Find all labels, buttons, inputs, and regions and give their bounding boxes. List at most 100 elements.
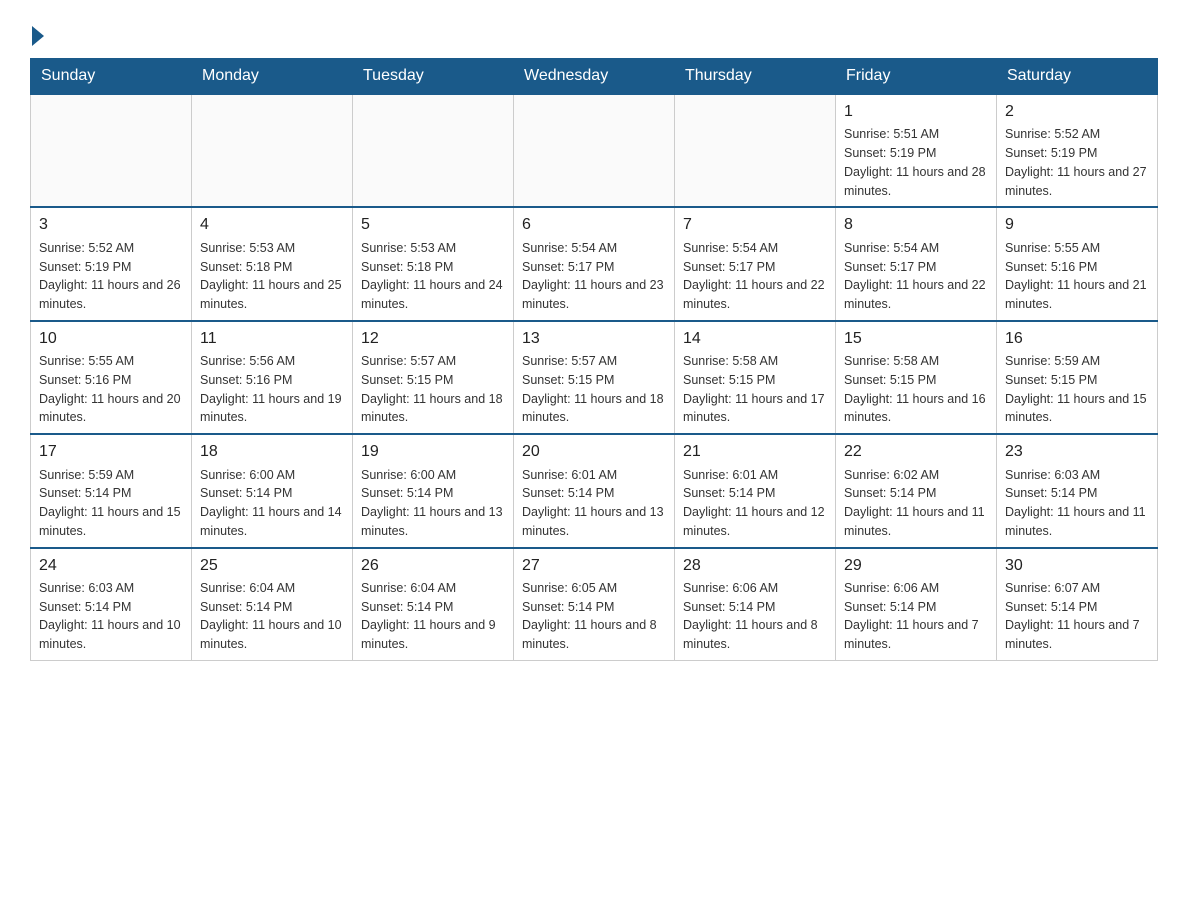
day-number: 25 [200, 555, 344, 577]
day-number: 30 [1005, 555, 1149, 577]
logo [30, 26, 46, 42]
calendar-cell: 9Sunrise: 5:55 AM Sunset: 5:16 PM Daylig… [997, 207, 1158, 320]
day-info: Sunrise: 6:07 AM Sunset: 5:14 PM Dayligh… [1005, 579, 1149, 654]
day-number: 20 [522, 441, 666, 463]
calendar-cell [353, 94, 514, 207]
calendar-cell: 10Sunrise: 5:55 AM Sunset: 5:16 PM Dayli… [31, 321, 192, 434]
day-info: Sunrise: 5:54 AM Sunset: 5:17 PM Dayligh… [522, 239, 666, 314]
calendar-cell [675, 94, 836, 207]
day-number: 16 [1005, 328, 1149, 350]
day-info: Sunrise: 5:58 AM Sunset: 5:15 PM Dayligh… [844, 352, 988, 427]
day-number: 24 [39, 555, 183, 577]
weekday-header-friday: Friday [836, 59, 997, 95]
day-number: 13 [522, 328, 666, 350]
day-number: 19 [361, 441, 505, 463]
calendar-cell: 23 Sunrise: 6:03 AM Sunset: 5:14 PM Dayli… [997, 434, 1158, 547]
day-number: 11 [200, 328, 344, 350]
calendar-cell: 27Sunrise: 6:05 AM Sunset: 5:14 PM Dayli… [514, 548, 675, 661]
weekday-header-saturday: Saturday [997, 59, 1158, 95]
calendar-cell: 8 Sunrise: 5:54 AM Sunset: 5:17 PM Daylig… [836, 207, 997, 320]
calendar-cell: 4 Sunrise: 5:53 AM Sunset: 5:18 PM Daylig… [192, 207, 353, 320]
day-info: Sunrise: 5:54 AM Sunset: 5:17 PM Dayligh… [844, 239, 988, 314]
day-number: 12 [361, 328, 505, 350]
week-row-3: 10Sunrise: 5:55 AM Sunset: 5:16 PM Dayli… [31, 321, 1158, 434]
calendar-cell: 15Sunrise: 5:58 AM Sunset: 5:15 PM Dayli… [836, 321, 997, 434]
day-info: Sunrise: 6:03 AM Sunset: 5:14 PM Dayligh… [39, 579, 183, 654]
calendar-cell: 26Sunrise: 6:04 AM Sunset: 5:14 PM Dayli… [353, 548, 514, 661]
day-number: 26 [361, 555, 505, 577]
weekday-header-sunday: Sunday [31, 59, 192, 95]
day-info: Sunrise: 6:06 AM Sunset: 5:14 PM Dayligh… [844, 579, 988, 654]
day-info: Sunrise: 6:00 AM Sunset: 5:14 PM Dayligh… [361, 466, 505, 541]
day-info: Sunrise: 5:59 AM Sunset: 5:14 PM Dayligh… [39, 466, 183, 541]
day-number: 15 [844, 328, 988, 350]
day-number: 22 [844, 441, 988, 463]
calendar-cell: 1Sunrise: 5:51 AM Sunset: 5:19 PM Daylig… [836, 94, 997, 207]
day-number: 7 [683, 214, 827, 236]
day-number: 29 [844, 555, 988, 577]
day-number: 3 [39, 214, 183, 236]
day-info: Sunrise: 6:01 AM Sunset: 5:14 PM Dayligh… [522, 466, 666, 541]
week-row-1: 1Sunrise: 5:51 AM Sunset: 5:19 PM Daylig… [31, 94, 1158, 207]
calendar-cell: 13Sunrise: 5:57 AM Sunset: 5:15 PM Dayli… [514, 321, 675, 434]
calendar-cell: 7 Sunrise: 5:54 AM Sunset: 5:17 PM Daylig… [675, 207, 836, 320]
calendar-cell: 5 Sunrise: 5:53 AM Sunset: 5:18 PM Daylig… [353, 207, 514, 320]
day-number: 23 [1005, 441, 1149, 463]
calendar-cell: 28Sunrise: 6:06 AM Sunset: 5:14 PM Dayli… [675, 548, 836, 661]
day-info: Sunrise: 5:55 AM Sunset: 5:16 PM Dayligh… [39, 352, 183, 427]
day-info: Sunrise: 5:56 AM Sunset: 5:16 PM Dayligh… [200, 352, 344, 427]
calendar-cell: 22Sunrise: 6:02 AM Sunset: 5:14 PM Dayli… [836, 434, 997, 547]
calendar-cell: 3Sunrise: 5:52 AM Sunset: 5:19 PM Daylig… [31, 207, 192, 320]
week-row-2: 3Sunrise: 5:52 AM Sunset: 5:19 PM Daylig… [31, 207, 1158, 320]
day-info: Sunrise: 5:54 AM Sunset: 5:17 PM Dayligh… [683, 239, 827, 314]
logo-arrow-icon [32, 26, 44, 46]
day-info: Sunrise: 5:51 AM Sunset: 5:19 PM Dayligh… [844, 125, 988, 200]
day-number: 6 [522, 214, 666, 236]
day-number: 4 [200, 214, 344, 236]
day-number: 2 [1005, 101, 1149, 123]
day-number: 28 [683, 555, 827, 577]
calendar-cell: 29Sunrise: 6:06 AM Sunset: 5:14 PM Dayli… [836, 548, 997, 661]
day-info: Sunrise: 6:03 AM Sunset: 5:14 PM Dayligh… [1005, 466, 1149, 541]
calendar-cell: 20 Sunrise: 6:01 AM Sunset: 5:14 PM Dayli… [514, 434, 675, 547]
calendar-cell: 17 Sunrise: 5:59 AM Sunset: 5:14 PM Dayli… [31, 434, 192, 547]
calendar-cell: 19 Sunrise: 6:00 AM Sunset: 5:14 PM Dayli… [353, 434, 514, 547]
week-row-4: 17 Sunrise: 5:59 AM Sunset: 5:14 PM Dayli… [31, 434, 1158, 547]
day-info: Sunrise: 6:01 AM Sunset: 5:14 PM Dayligh… [683, 466, 827, 541]
calendar-cell [31, 94, 192, 207]
page-header [30, 20, 1158, 42]
day-number: 5 [361, 214, 505, 236]
day-info: Sunrise: 5:53 AM Sunset: 5:18 PM Dayligh… [361, 239, 505, 314]
day-info: Sunrise: 5:59 AM Sunset: 5:15 PM Dayligh… [1005, 352, 1149, 427]
calendar-cell [192, 94, 353, 207]
calendar-cell: 24Sunrise: 6:03 AM Sunset: 5:14 PM Dayli… [31, 548, 192, 661]
calendar-cell: 12Sunrise: 5:57 AM Sunset: 5:15 PM Dayli… [353, 321, 514, 434]
day-info: Sunrise: 6:04 AM Sunset: 5:14 PM Dayligh… [200, 579, 344, 654]
day-info: Sunrise: 5:58 AM Sunset: 5:15 PM Dayligh… [683, 352, 827, 427]
calendar-cell: 6 Sunrise: 5:54 AM Sunset: 5:17 PM Daylig… [514, 207, 675, 320]
weekday-header-tuesday: Tuesday [353, 59, 514, 95]
weekday-header-monday: Monday [192, 59, 353, 95]
calendar-cell: 16Sunrise: 5:59 AM Sunset: 5:15 PM Dayli… [997, 321, 1158, 434]
calendar-cell: 30Sunrise: 6:07 AM Sunset: 5:14 PM Dayli… [997, 548, 1158, 661]
calendar-cell: 14Sunrise: 5:58 AM Sunset: 5:15 PM Dayli… [675, 321, 836, 434]
day-info: Sunrise: 6:06 AM Sunset: 5:14 PM Dayligh… [683, 579, 827, 654]
weekday-header-thursday: Thursday [675, 59, 836, 95]
week-row-5: 24Sunrise: 6:03 AM Sunset: 5:14 PM Dayli… [31, 548, 1158, 661]
calendar-cell: 18Sunrise: 6:00 AM Sunset: 5:14 PM Dayli… [192, 434, 353, 547]
day-info: Sunrise: 5:57 AM Sunset: 5:15 PM Dayligh… [522, 352, 666, 427]
day-number: 14 [683, 328, 827, 350]
day-info: Sunrise: 6:05 AM Sunset: 5:14 PM Dayligh… [522, 579, 666, 654]
day-number: 27 [522, 555, 666, 577]
day-number: 21 [683, 441, 827, 463]
day-info: Sunrise: 5:57 AM Sunset: 5:15 PM Dayligh… [361, 352, 505, 427]
day-number: 17 [39, 441, 183, 463]
day-info: Sunrise: 6:04 AM Sunset: 5:14 PM Dayligh… [361, 579, 505, 654]
day-number: 9 [1005, 214, 1149, 236]
day-number: 8 [844, 214, 988, 236]
day-info: Sunrise: 5:53 AM Sunset: 5:18 PM Dayligh… [200, 239, 344, 314]
weekday-header-row: SundayMondayTuesdayWednesdayThursdayFrid… [31, 59, 1158, 95]
day-number: 1 [844, 101, 988, 123]
day-number: 10 [39, 328, 183, 350]
day-info: Sunrise: 5:52 AM Sunset: 5:19 PM Dayligh… [1005, 125, 1149, 200]
